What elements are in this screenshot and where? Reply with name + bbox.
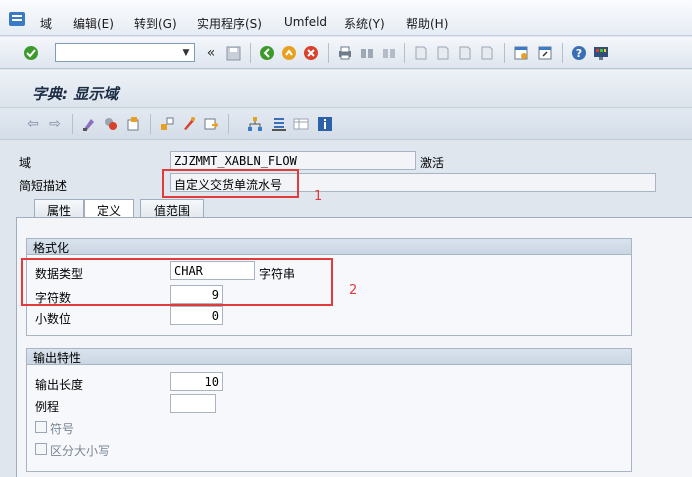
exit-icon[interactable]: [280, 44, 298, 62]
status-text: 激活: [420, 156, 445, 170]
activate-icon[interactable]: [102, 115, 120, 133]
lowercase-checkbox[interactable]: [35, 443, 47, 455]
hierarchy-icon[interactable]: [246, 115, 264, 133]
domain-field[interactable]: ZJZMMT_XABLN_FLOW: [170, 151, 416, 170]
print-icon[interactable]: [336, 44, 354, 62]
command-field[interactable]: ▼: [55, 43, 195, 62]
domain-label: 域: [19, 156, 32, 170]
short-desc-label: 简短描述: [19, 179, 68, 193]
annotation-box-2: [21, 258, 333, 306]
table-icon[interactable]: [292, 115, 310, 133]
create-session-icon[interactable]: [512, 44, 530, 62]
arrow-right-icon[interactable]: ⇨: [46, 115, 64, 133]
first-page-icon[interactable]: [412, 44, 430, 62]
save-icon[interactable]: [224, 44, 242, 62]
decimals-label: 小数位: [35, 312, 72, 326]
menu-domain[interactable]: 域: [40, 15, 52, 32]
other-object-icon[interactable]: [124, 115, 142, 133]
output-length-field[interactable]: 10: [170, 372, 223, 391]
next-page-icon[interactable]: [456, 44, 474, 62]
decimals-field[interactable]: 0: [170, 306, 223, 325]
double-left-icon[interactable]: «: [202, 44, 220, 62]
sap-menu-icon[interactable]: [8, 10, 26, 28]
find-next-icon[interactable]: [380, 44, 398, 62]
standard-toolbar: ▼ « ?: [0, 37, 692, 69]
page-title: 字典: 显示域: [32, 85, 119, 103]
annotation-box-1: [162, 169, 299, 198]
routine-label: 例程: [35, 400, 60, 414]
menu-edit[interactable]: 编辑(E): [73, 15, 114, 32]
menu-utilities[interactable]: 实用程序(S): [197, 15, 262, 32]
help-icon[interactable]: ?: [570, 44, 588, 62]
menu-system[interactable]: 系统(Y): [344, 15, 385, 32]
tab-attributes[interactable]: 属性: [34, 199, 84, 218]
menu-bar: 域 编辑(E) 转到(G) 实用程序(S) Umfeld 系统(Y) 帮助(H): [0, 0, 692, 36]
shortcut-icon[interactable]: [536, 44, 554, 62]
sign-checkbox[interactable]: [35, 421, 47, 433]
format-group-title: 格式化: [27, 239, 631, 255]
title-bar: 字典: 显示域: [0, 70, 692, 108]
svg-text:?: ?: [576, 47, 582, 60]
where-used-icon[interactable]: [158, 115, 176, 133]
previous-page-icon[interactable]: [434, 44, 452, 62]
application-toolbar: ⇦ ⇨: [0, 109, 692, 140]
cancel-icon[interactable]: [302, 44, 320, 62]
tab-value-range[interactable]: 值范围: [140, 199, 204, 218]
arrow-left-icon[interactable]: ⇦: [24, 115, 42, 133]
menu-help[interactable]: 帮助(H): [406, 15, 448, 32]
last-page-icon[interactable]: [478, 44, 496, 62]
layout-menu-icon[interactable]: [592, 44, 610, 62]
output-length-label: 输出长度: [35, 378, 84, 392]
navigate-icon[interactable]: [202, 115, 220, 133]
menu-environment[interactable]: Umfeld: [284, 15, 327, 29]
chevron-down-icon[interactable]: ▼: [178, 44, 194, 61]
back-icon[interactable]: [258, 44, 276, 62]
annotation-number-1: 1: [314, 189, 323, 204]
output-group: 输出特性: [26, 348, 632, 472]
output-group-title: 输出特性: [27, 349, 631, 365]
enter-icon[interactable]: [22, 44, 40, 62]
list-icon[interactable]: [270, 115, 288, 133]
display-change-icon[interactable]: [80, 115, 98, 133]
annotation-number-2: 2: [349, 283, 358, 298]
menu-goto[interactable]: 转到(G): [134, 15, 177, 32]
routine-field[interactable]: [170, 394, 216, 413]
edit-icon[interactable]: [180, 115, 198, 133]
tab-definition[interactable]: 定义: [84, 199, 134, 219]
info-icon[interactable]: [316, 115, 334, 133]
find-icon[interactable]: [358, 44, 376, 62]
lowercase-label: 区分大小写: [50, 444, 111, 458]
sign-label: 符号: [50, 422, 75, 436]
